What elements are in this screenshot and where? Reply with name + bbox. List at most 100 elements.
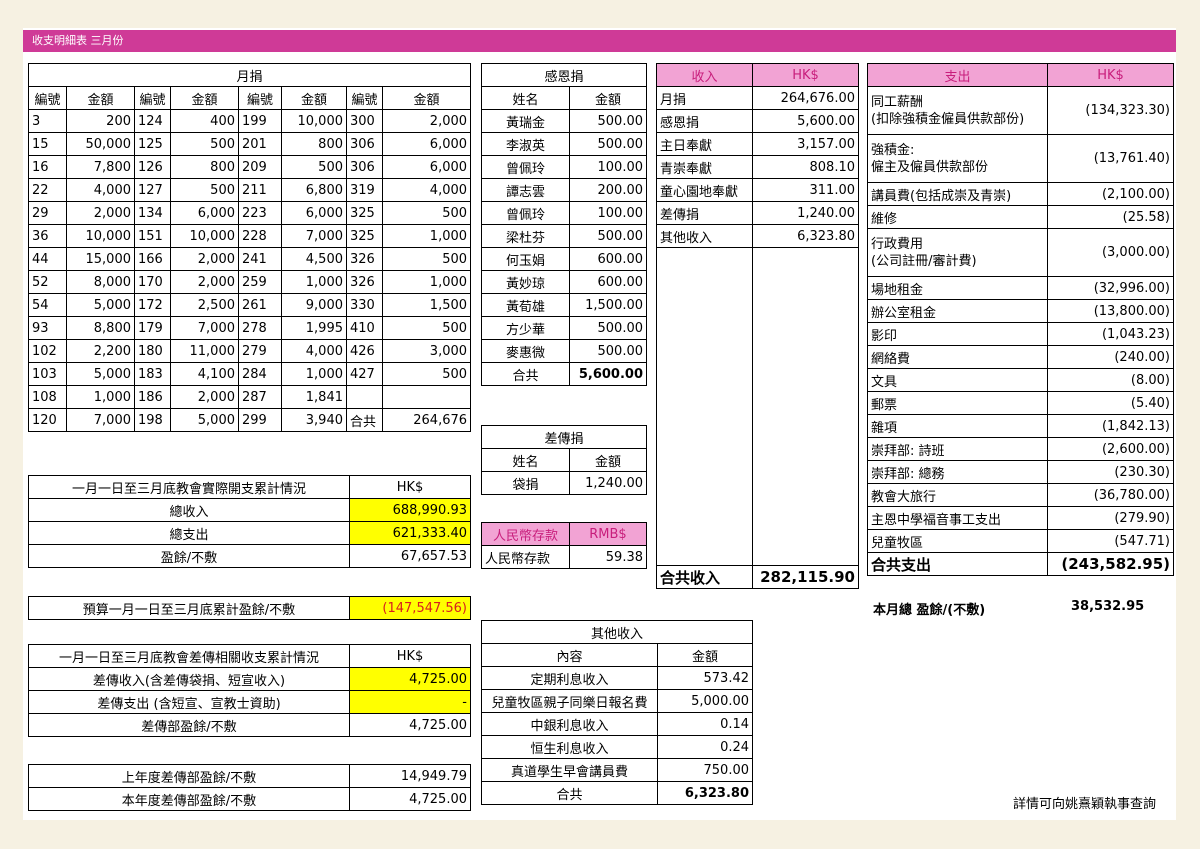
table-row: 曾佩玲 100.00	[481, 201, 648, 225]
donor-number: 102	[28, 339, 67, 363]
table-row: 16 7,800 126 800 209 500 306 6,000	[28, 155, 472, 179]
donation-amount: 500.00	[568, 109, 648, 133]
donor-number: 108	[28, 385, 67, 409]
expense-item: 行政費用 (公司註冊/審計費)	[867, 228, 1048, 277]
table-row: 文具 (8.00)	[867, 368, 1174, 392]
donation-amount: 15,000	[66, 247, 135, 271]
header-row: 內容 金額	[481, 643, 754, 667]
donor-number: 166	[134, 247, 171, 271]
table-row: 102 2,200 180 11,000 279 4,000 426 3,000	[28, 339, 472, 363]
donor-name: 袋捐	[481, 471, 570, 495]
table-row: 108 1,000 186 2,000 287 1,841	[28, 385, 472, 409]
donor-number: 325	[346, 201, 383, 225]
cumulative-value: 67,657.53	[349, 544, 471, 568]
donation-amount: 1,000	[66, 385, 135, 409]
empty-cell	[752, 247, 859, 566]
total-row: 合共收入 282,115.90	[656, 565, 859, 589]
total-row: 合共 6,323.80	[481, 781, 754, 805]
table-row: 崇拜部: 總務 (230.30)	[867, 460, 1174, 484]
table-row: 雜項 (1,842.13)	[867, 414, 1174, 438]
expense-amount: (13,800.00)	[1047, 299, 1174, 323]
empty-cell	[656, 247, 753, 566]
table-row: 主日奉獻 3,157.00	[656, 132, 859, 156]
income-amount: 264,676.00	[752, 86, 859, 110]
donation-amount: 1,500	[381, 293, 472, 317]
column-header: 金額	[66, 86, 135, 110]
table-row: 兒童牧區親子同樂日報名費 5,000.00	[481, 689, 754, 713]
income-amount: 3,157.00	[752, 132, 859, 156]
expense-table: 支出 HK$ 同工薪酬 (扣除強積金僱員供款部份) (134,323.30) 強積金:…	[867, 63, 1174, 576]
mission-cumulative-value: 4,725.00	[349, 713, 471, 737]
table-row: 中銀利息收入 0.14	[481, 712, 754, 736]
expense-item: 場地租金	[867, 276, 1048, 300]
donation-amount: 2,500	[170, 293, 239, 317]
cumulative-label: 盈餘/不敷	[28, 544, 350, 568]
mission-title: 差傳捐	[480, 425, 648, 449]
donation-amount: 500	[170, 132, 239, 156]
total-row: 合共 5,600.00	[481, 362, 648, 386]
column-header: 金額	[281, 86, 347, 110]
table-row: 同工薪酬 (扣除強積金僱員供款部份) (134,323.30)	[867, 86, 1174, 135]
donor-number: 93	[28, 316, 67, 340]
yearly-label: 上年度差傳部盈餘/不敷	[28, 764, 350, 788]
table-row: 44 15,000 166 2,000 241 4,500 326 500	[28, 247, 472, 271]
donation-amount: 100.00	[568, 155, 648, 179]
donor-number: 179	[134, 316, 171, 340]
income-amount: 5,600.00	[752, 109, 859, 133]
table-row: 定期利息收入 573.42	[481, 666, 754, 690]
expense-item: 強積金: 僱主及僱員供款部份	[867, 134, 1048, 183]
income-amount: 6,323.80	[752, 224, 859, 248]
other-income-amount: 750.00	[656, 758, 754, 782]
expense-item: 崇拜部: 總務	[867, 460, 1048, 484]
table-row: 梁杜芬 500.00	[481, 224, 648, 248]
table-row: 15 50,000 125 500 201 800 306 6,000	[28, 132, 472, 156]
donor-number: 16	[28, 155, 67, 179]
income-filler-row	[656, 247, 859, 566]
expense-item: 郵票	[867, 391, 1048, 415]
expense-item: 教會大旅行	[867, 483, 1048, 507]
header-row: 姓名 金額	[481, 86, 648, 110]
donation-amount: 6,000	[381, 155, 472, 179]
donation-amount: 2,000	[170, 385, 239, 409]
table-row: 22 4,000 127 500 211 6,800 319 4,000	[28, 178, 472, 202]
total-value: 282,115.90	[752, 565, 859, 589]
table-row: 主恩中學福音事工支出 (279.90)	[867, 506, 1174, 530]
donation-amount: 600.00	[568, 247, 648, 271]
donor-number: 127	[134, 178, 171, 202]
column-header: 內容	[481, 643, 658, 667]
donation-amount: 5,000	[170, 408, 239, 432]
table-row: 崇拜部: 詩班 (2,600.00)	[867, 437, 1174, 461]
donation-amount: 6,800	[281, 178, 347, 202]
donation-amount: 500	[381, 362, 472, 386]
donor-number: 306	[346, 155, 383, 179]
expense-item: 維修	[867, 205, 1048, 229]
expense-amount: (2,600.00)	[1047, 437, 1174, 461]
expense-amount: (13,761.40)	[1047, 134, 1174, 183]
expense-amount: (2,100.00)	[1047, 182, 1174, 206]
expense-amount: (1,842.13)	[1047, 414, 1174, 438]
donation-amount: 7,000	[281, 224, 347, 248]
table-row: 黃荀雄 1,500.00	[481, 293, 648, 317]
donation-amount: 7,000	[66, 408, 135, 432]
donor-name: 黃荀雄	[481, 293, 570, 317]
total-value: (243,582.95)	[1047, 552, 1174, 576]
income-item: 感恩捐	[656, 109, 753, 133]
thanksgiving-table: 感恩捐 姓名 金額 黃瑞金 500.00 李淑英 500.00 曾佩玲 100.00 譚志雲 2…	[480, 63, 648, 386]
table-row: 120 7,000 198 5,000 299 3,940 合共 264,676	[28, 408, 472, 432]
income-item: 差傳捐	[656, 201, 753, 225]
donation-amount: 264,676	[381, 408, 472, 432]
cumulative-label: 總收入	[28, 498, 350, 522]
total-label: 合共	[481, 362, 570, 386]
table-row: 29 2,000 134 6,000 223 6,000 325 500	[28, 201, 472, 225]
column-header: 支出	[867, 63, 1048, 87]
yearly-value: 14,949.79	[349, 764, 471, 788]
donor-number: 325	[346, 224, 383, 248]
donor-number: 103	[28, 362, 67, 386]
expense-item: 辦公室租金	[867, 299, 1048, 323]
cumulative-value: 688,990.93	[349, 498, 471, 522]
other-income-amount: 0.14	[656, 712, 754, 736]
table-row: 教會大旅行 (36,780.00)	[867, 483, 1174, 507]
donation-amount: 4,100	[170, 362, 239, 386]
donation-amount: 5,000	[66, 293, 135, 317]
expense-item: 同工薪酬 (扣除強積金僱員供款部份)	[867, 86, 1048, 135]
